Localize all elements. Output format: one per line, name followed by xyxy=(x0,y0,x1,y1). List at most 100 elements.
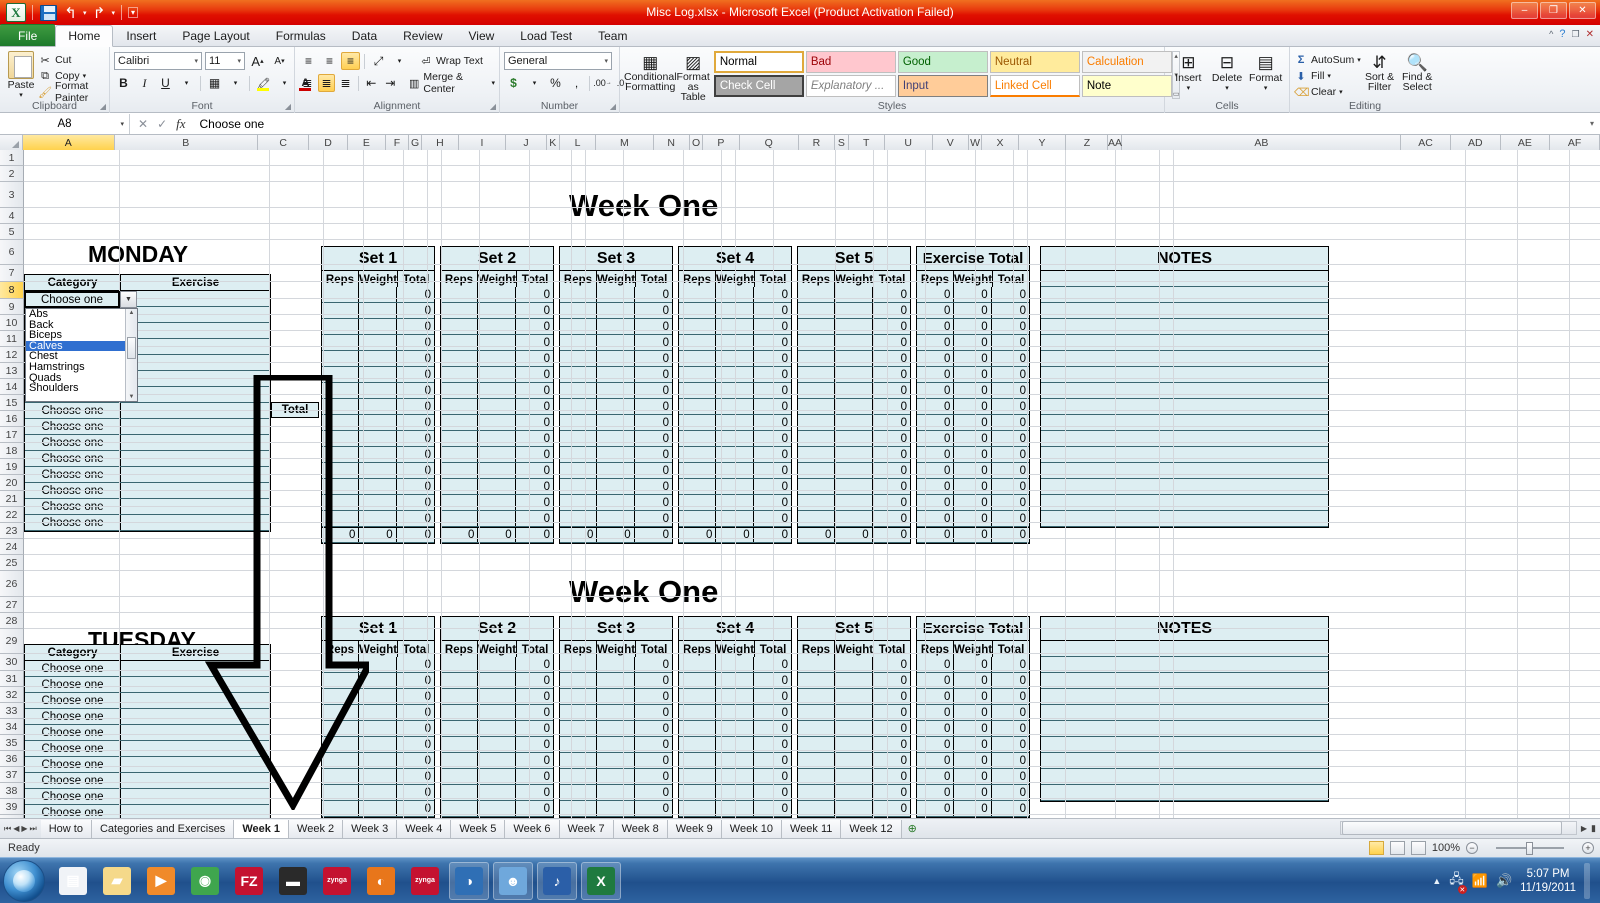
total-cell[interactable]: 0 xyxy=(634,383,673,398)
total-cell[interactable]: 0 xyxy=(872,303,911,318)
new-sheet-icon[interactable]: ⊕ xyxy=(908,822,917,835)
weight-cell[interactable] xyxy=(597,447,635,462)
row-header-37[interactable]: 37 xyxy=(0,767,24,783)
chevron-down-icon[interactable]: ▾ xyxy=(120,120,124,128)
set-data-1[interactable]: 0000000000 xyxy=(321,657,435,818)
row-header-24[interactable]: 24 xyxy=(0,539,24,555)
table-row[interactable]: 0 xyxy=(798,287,911,303)
row-header-35[interactable]: 35 xyxy=(0,735,24,751)
reps-cell[interactable] xyxy=(322,431,360,446)
table-row[interactable]: Choose one xyxy=(25,757,270,773)
windows-media-icon[interactable]: ▤ xyxy=(53,862,93,900)
style-good[interactable]: Good xyxy=(897,51,988,73)
column-header-a[interactable]: A xyxy=(22,135,115,150)
table-row[interactable]: 0 xyxy=(560,431,673,447)
table-row[interactable]: 0 xyxy=(322,303,435,319)
total-cell[interactable]: 0 xyxy=(515,287,554,302)
table-row[interactable]: 0 xyxy=(441,415,554,431)
reps-cell[interactable] xyxy=(322,447,360,462)
first-sheet-icon[interactable]: ⏮ xyxy=(4,824,11,834)
merge-center-button[interactable]: ▥ Merge & Center ▾ xyxy=(408,71,495,95)
autosum-button[interactable]: Σ AutoSum ▾ xyxy=(1294,52,1361,68)
underline-button[interactable]: U xyxy=(156,74,175,92)
weight-cell[interactable] xyxy=(835,351,873,366)
reps-cell[interactable] xyxy=(679,447,717,462)
column-header-n[interactable]: N xyxy=(653,135,690,150)
currency-format-icon[interactable]: $ xyxy=(504,74,523,92)
row-header-31[interactable]: 31 xyxy=(0,671,24,687)
reps-cell[interactable] xyxy=(322,303,360,318)
sheet-tab-week-4[interactable]: Week 4 xyxy=(397,819,452,838)
column-header-j[interactable]: J xyxy=(506,135,547,150)
minimize-button[interactable]: – xyxy=(1511,2,1538,19)
weight-cell[interactable] xyxy=(835,415,873,430)
table-row[interactable]: 0 xyxy=(441,447,554,463)
clear-button[interactable]: ⌫ Clear ▾ xyxy=(1294,84,1361,100)
reps-cell[interactable] xyxy=(798,287,836,302)
table-row[interactable]: 0 xyxy=(322,351,435,367)
total-cell[interactable]: 0 xyxy=(634,415,673,430)
delete-cells-button[interactable]: ⊟ Delete ▾ xyxy=(1208,51,1247,92)
format-cells-button[interactable]: ▤ Format ▾ xyxy=(1246,51,1285,92)
sheet-tab-week-5[interactable]: Week 5 xyxy=(451,819,506,838)
total-cell[interactable]: 0 xyxy=(634,463,673,478)
borders-dropdown-icon[interactable]: ▾ xyxy=(226,74,245,92)
table-row[interactable]: 0 xyxy=(441,287,554,303)
total-cell[interactable]: 0 xyxy=(872,287,911,302)
undo-dropdown-icon[interactable]: ▾ xyxy=(83,9,87,17)
sheet-tab-week-2[interactable]: Week 2 xyxy=(289,819,344,838)
weight-cell[interactable] xyxy=(359,431,397,446)
next-sheet-icon[interactable]: ▶ xyxy=(21,824,27,833)
total-cell[interactable]: 0 xyxy=(634,287,673,302)
sheet-tab-week-3[interactable]: Week 3 xyxy=(343,819,398,838)
prev-sheet-icon[interactable]: ◀ xyxy=(13,824,19,833)
table-row[interactable]: 0 xyxy=(798,319,911,335)
weight-cell[interactable] xyxy=(359,479,397,494)
weight-cell[interactable] xyxy=(597,479,635,494)
reps-cell[interactable] xyxy=(441,287,479,302)
reps-cell[interactable] xyxy=(798,351,836,366)
column-header-i[interactable]: I xyxy=(458,135,507,150)
category-cell[interactable]: Choose one xyxy=(25,661,121,676)
weight-cell[interactable] xyxy=(597,415,635,430)
exercise-cell[interactable] xyxy=(121,709,270,724)
row-header-38[interactable]: 38 xyxy=(0,783,24,799)
reps-cell[interactable] xyxy=(679,335,717,350)
note-cell[interactable] xyxy=(1041,303,1328,319)
weight-cell[interactable] xyxy=(478,319,516,334)
table-row[interactable]: 0 xyxy=(560,463,673,479)
table-row[interactable]: 0 xyxy=(441,367,554,383)
reps-cell[interactable] xyxy=(679,463,717,478)
weight-cell[interactable] xyxy=(835,303,873,318)
reps-cell[interactable] xyxy=(560,383,598,398)
style-linked-cell[interactable]: Linked Cell xyxy=(989,75,1080,97)
note-cell[interactable] xyxy=(1041,271,1328,287)
reps-cell[interactable] xyxy=(441,463,479,478)
reps-cell[interactable] xyxy=(798,335,836,350)
reps-cell[interactable] xyxy=(441,495,479,510)
row-header-27[interactable]: 27 xyxy=(0,597,24,613)
reps-cell[interactable] xyxy=(322,287,360,302)
total-cell[interactable]: 0 xyxy=(515,415,554,430)
style-normal[interactable]: Normal xyxy=(713,51,804,73)
reps-cell[interactable] xyxy=(798,463,836,478)
note-cell[interactable] xyxy=(1041,399,1328,415)
table-row[interactable]: Choose one xyxy=(25,677,270,693)
row-header-8[interactable]: 8 xyxy=(0,282,24,299)
weight-cell[interactable] xyxy=(359,463,397,478)
weight-cell[interactable] xyxy=(478,415,516,430)
weight-cell[interactable] xyxy=(478,447,516,462)
paste-button[interactable]: Paste ▾ xyxy=(4,49,38,99)
total-cell[interactable]: 0 xyxy=(515,399,554,414)
table-row[interactable]: Choose one xyxy=(25,709,270,725)
sheet-tab-week-11[interactable]: Week 11 xyxy=(782,819,842,838)
column-header-af[interactable]: AF xyxy=(1550,135,1600,150)
table-row[interactable]: 0 xyxy=(441,383,554,399)
weight-cell[interactable] xyxy=(835,431,873,446)
row-header-21[interactable]: 21 xyxy=(0,491,24,507)
column-header-w[interactable]: W xyxy=(968,135,983,150)
column-header-y[interactable]: Y xyxy=(1018,135,1067,150)
reps-cell[interactable] xyxy=(679,319,717,334)
wrap-text-button[interactable]: ⏎ Wrap Text xyxy=(419,53,483,69)
percent-format-icon[interactable]: % xyxy=(546,74,565,92)
